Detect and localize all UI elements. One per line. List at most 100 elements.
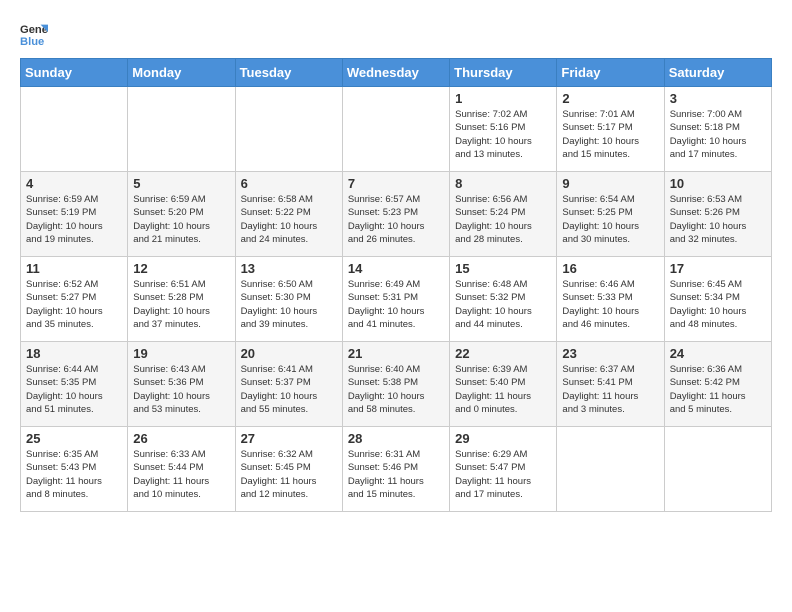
- day-number: 19: [133, 346, 229, 361]
- day-info: Sunrise: 7:01 AMSunset: 5:17 PMDaylight:…: [562, 108, 658, 161]
- day-info: Sunrise: 6:31 AMSunset: 5:46 PMDaylight:…: [348, 448, 444, 501]
- day-info: Sunrise: 6:52 AMSunset: 5:27 PMDaylight:…: [26, 278, 122, 331]
- day-number: 3: [670, 91, 766, 106]
- calendar-cell: [128, 87, 235, 172]
- calendar-cell: 25 Sunrise: 6:35 AMSunset: 5:43 PMDayligh…: [21, 427, 128, 512]
- calendar-week-row: 1 Sunrise: 7:02 AMSunset: 5:16 PMDaylight…: [21, 87, 772, 172]
- day-info: Sunrise: 6:45 AMSunset: 5:34 PMDaylight:…: [670, 278, 766, 331]
- calendar-cell: 22 Sunrise: 6:39 AMSunset: 5:40 PMDayligh…: [450, 342, 557, 427]
- day-number: 29: [455, 431, 551, 446]
- calendar-cell: 10 Sunrise: 6:53 AMSunset: 5:26 PMDayligh…: [664, 172, 771, 257]
- day-header-sunday: Sunday: [21, 59, 128, 87]
- day-number: 2: [562, 91, 658, 106]
- calendar-cell: 14 Sunrise: 6:49 AMSunset: 5:31 PMDayligh…: [342, 257, 449, 342]
- calendar-cell: 26 Sunrise: 6:33 AMSunset: 5:44 PMDayligh…: [128, 427, 235, 512]
- day-info: Sunrise: 6:54 AMSunset: 5:25 PMDaylight:…: [562, 193, 658, 246]
- day-info: Sunrise: 6:32 AMSunset: 5:45 PMDaylight:…: [241, 448, 337, 501]
- day-info: Sunrise: 6:33 AMSunset: 5:44 PMDaylight:…: [133, 448, 229, 501]
- day-number: 11: [26, 261, 122, 276]
- calendar-cell: 13Sunrise: 6:50 AMSunset: 5:30 PMDayligh…: [235, 257, 342, 342]
- calendar-cell: 24 Sunrise: 6:36 AMSunset: 5:42 PMDayligh…: [664, 342, 771, 427]
- day-number: 10: [670, 176, 766, 191]
- day-info: Sunrise: 6:53 AMSunset: 5:26 PMDaylight:…: [670, 193, 766, 246]
- day-info: Sunrise: 6:59 AMSunset: 5:19 PMDaylight:…: [26, 193, 122, 246]
- calendar-cell: 21Sunrise: 6:40 AMSunset: 5:38 PMDayligh…: [342, 342, 449, 427]
- calendar-cell: 18 Sunrise: 6:44 AMSunset: 5:35 PMDayligh…: [21, 342, 128, 427]
- calendar-cell: 16 Sunrise: 6:46 AMSunset: 5:33 PMDayligh…: [557, 257, 664, 342]
- logo-icon: General Blue: [20, 20, 48, 48]
- day-info: Sunrise: 7:00 AMSunset: 5:18 PMDaylight:…: [670, 108, 766, 161]
- calendar-cell: [21, 87, 128, 172]
- day-info: Sunrise: 6:51 AMSunset: 5:28 PMDaylight:…: [133, 278, 229, 331]
- calendar-week-row: 18 Sunrise: 6:44 AMSunset: 5:35 PMDayligh…: [21, 342, 772, 427]
- calendar-cell: 12 Sunrise: 6:51 AMSunset: 5:28 PMDayligh…: [128, 257, 235, 342]
- day-number: 4: [26, 176, 122, 191]
- day-number: 18: [26, 346, 122, 361]
- day-info: Sunrise: 6:48 AMSunset: 5:32 PMDaylight:…: [455, 278, 551, 331]
- day-info: Sunrise: 6:43 AMSunset: 5:36 PMDaylight:…: [133, 363, 229, 416]
- calendar-week-row: 11 Sunrise: 6:52 AMSunset: 5:27 PMDayligh…: [21, 257, 772, 342]
- day-number: 16: [562, 261, 658, 276]
- calendar-cell: 3 Sunrise: 7:00 AMSunset: 5:18 PMDaylight…: [664, 87, 771, 172]
- calendar-cell: 29 Sunrise: 6:29 AMSunset: 5:47 PMDayligh…: [450, 427, 557, 512]
- day-info: Sunrise: 6:39 AMSunset: 5:40 PMDaylight:…: [455, 363, 551, 416]
- day-number: 14: [348, 261, 444, 276]
- calendar-week-row: 4 Sunrise: 6:59 AMSunset: 5:19 PMDaylight…: [21, 172, 772, 257]
- day-header-wednesday: Wednesday: [342, 59, 449, 87]
- day-header-saturday: Saturday: [664, 59, 771, 87]
- day-info: Sunrise: 6:41 AMSunset: 5:37 PMDaylight:…: [241, 363, 337, 416]
- calendar-cell: [664, 427, 771, 512]
- calendar-cell: 27 Sunrise: 6:32 AMSunset: 5:45 PMDayligh…: [235, 427, 342, 512]
- day-info: Sunrise: 6:44 AMSunset: 5:35 PMDaylight:…: [26, 363, 122, 416]
- logo: General Blue: [20, 20, 52, 48]
- day-header-monday: Monday: [128, 59, 235, 87]
- calendar-cell: 7Sunrise: 6:57 AMSunset: 5:23 PMDaylight…: [342, 172, 449, 257]
- day-info: Sunrise: 6:36 AMSunset: 5:42 PMDaylight:…: [670, 363, 766, 416]
- day-number: 1: [455, 91, 551, 106]
- day-info: Sunrise: 6:29 AMSunset: 5:47 PMDaylight:…: [455, 448, 551, 501]
- calendar-cell: 1 Sunrise: 7:02 AMSunset: 5:16 PMDaylight…: [450, 87, 557, 172]
- day-info: Sunrise: 7:02 AMSunset: 5:16 PMDaylight:…: [455, 108, 551, 161]
- day-info: Sunrise: 6:59 AMSunset: 5:20 PMDaylight:…: [133, 193, 229, 246]
- day-number: 15: [455, 261, 551, 276]
- svg-text:Blue: Blue: [20, 36, 44, 48]
- calendar-cell: 8Sunrise: 6:56 AMSunset: 5:24 PMDaylight…: [450, 172, 557, 257]
- calendar-cell: 23 Sunrise: 6:37 AMSunset: 5:41 PMDayligh…: [557, 342, 664, 427]
- day-info: Sunrise: 6:50 AMSunset: 5:30 PMDaylight:…: [241, 278, 337, 331]
- day-number: 6: [241, 176, 337, 191]
- day-number: 22: [455, 346, 551, 361]
- calendar-week-row: 25 Sunrise: 6:35 AMSunset: 5:43 PMDayligh…: [21, 427, 772, 512]
- day-number: 9: [562, 176, 658, 191]
- day-info: Sunrise: 6:58 AMSunset: 5:22 PMDaylight:…: [241, 193, 337, 246]
- calendar-cell: 28Sunrise: 6:31 AMSunset: 5:46 PMDayligh…: [342, 427, 449, 512]
- day-number: 24: [670, 346, 766, 361]
- day-number: 27: [241, 431, 337, 446]
- calendar-cell: 9 Sunrise: 6:54 AMSunset: 5:25 PMDaylight…: [557, 172, 664, 257]
- calendar-cell: 5 Sunrise: 6:59 AMSunset: 5:20 PMDaylight…: [128, 172, 235, 257]
- calendar-cell: 19 Sunrise: 6:43 AMSunset: 5:36 PMDayligh…: [128, 342, 235, 427]
- day-number: 17: [670, 261, 766, 276]
- day-number: 25: [26, 431, 122, 446]
- calendar-cell: 15 Sunrise: 6:48 AMSunset: 5:32 PMDayligh…: [450, 257, 557, 342]
- calendar-cell: [342, 87, 449, 172]
- calendar-cell: [557, 427, 664, 512]
- day-number: 5: [133, 176, 229, 191]
- calendar-cell: 20 Sunrise: 6:41 AMSunset: 5:37 PMDayligh…: [235, 342, 342, 427]
- calendar-table: SundayMondayTuesdayWednesdayThursdayFrid…: [20, 58, 772, 512]
- day-number: 26: [133, 431, 229, 446]
- calendar-cell: 6 Sunrise: 6:58 AMSunset: 5:22 PMDaylight…: [235, 172, 342, 257]
- calendar-cell: 11 Sunrise: 6:52 AMSunset: 5:27 PMDayligh…: [21, 257, 128, 342]
- day-number: 20: [241, 346, 337, 361]
- day-info: Sunrise: 6:40 AMSunset: 5:38 PMDaylight:…: [348, 363, 444, 416]
- page-header: General Blue: [20, 20, 772, 48]
- calendar-header-row: SundayMondayTuesdayWednesdayThursdayFrid…: [21, 59, 772, 87]
- day-info: Sunrise: 6:37 AMSunset: 5:41 PMDaylight:…: [562, 363, 658, 416]
- day-number: 12: [133, 261, 229, 276]
- day-number: 23: [562, 346, 658, 361]
- day-number: 7: [348, 176, 444, 191]
- calendar-cell: 2 Sunrise: 7:01 AMSunset: 5:17 PMDaylight…: [557, 87, 664, 172]
- day-header-tuesday: Tuesday: [235, 59, 342, 87]
- day-info: Sunrise: 6:49 AMSunset: 5:31 PMDaylight:…: [348, 278, 444, 331]
- day-info: Sunrise: 6:35 AMSunset: 5:43 PMDaylight:…: [26, 448, 122, 501]
- day-info: Sunrise: 6:46 AMSunset: 5:33 PMDaylight:…: [562, 278, 658, 331]
